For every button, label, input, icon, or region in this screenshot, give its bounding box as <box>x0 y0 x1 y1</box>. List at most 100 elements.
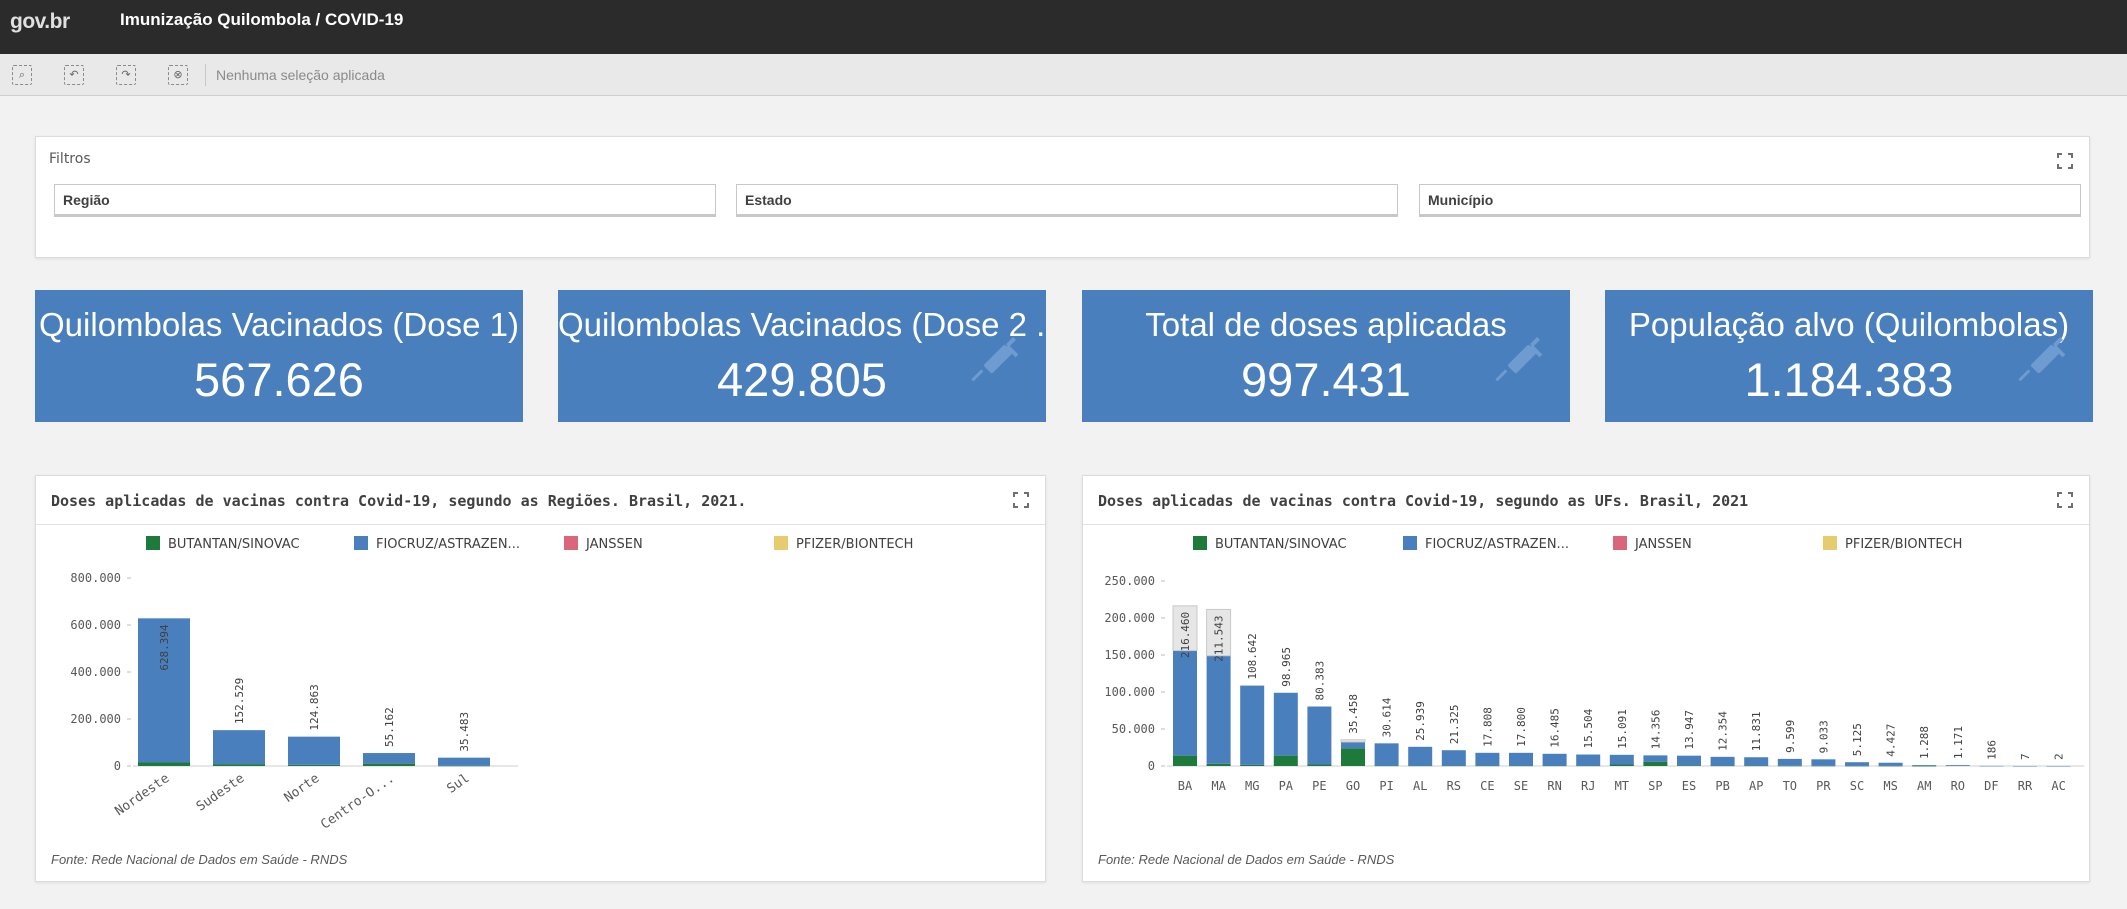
selection-toolbar: ⌕ ↶ ↷ ⊗ Nenhuma seleção aplicada <box>0 54 2127 96</box>
legend-janssen[interactable]: JANSSEN <box>1613 536 1692 552</box>
y-tick-label: 200.000 <box>1104 611 1155 625</box>
bar-total-label: 15.504 <box>1582 708 1595 748</box>
municipality-filter-label: Município <box>1428 192 1494 208</box>
bar-segment <box>1643 755 1668 762</box>
legend-label: PFIZER/BIONTECH <box>796 537 914 552</box>
legend-fiocruz[interactable]: FIOCRUZ/ASTRAZEN... <box>1403 536 1569 552</box>
legend-pfizer[interactable]: PFIZER/BIONTECH <box>1823 536 1962 552</box>
bar-segment <box>1509 765 1533 767</box>
x-category-label: Sul <box>444 771 472 797</box>
x-category-label: SC <box>1850 779 1864 793</box>
bar-segment <box>1576 754 1601 766</box>
legend-swatch <box>774 536 788 550</box>
bar-segment <box>1878 765 1903 767</box>
bar-segment <box>1240 685 1265 765</box>
ufs-chart-panel: Doses aplicadas de vacinas contra Covid-… <box>1082 475 2090 882</box>
legend-label: BUTANTAN/SINOVAC <box>168 537 300 552</box>
x-category-label: SP <box>1648 779 1662 793</box>
legend-butantan[interactable]: BUTANTAN/SINOVAC <box>1193 536 1347 552</box>
bar-total-label: 1.288 <box>1918 726 1931 759</box>
y-tick-label: 400.000 <box>70 665 121 679</box>
bar-segment <box>1206 763 1231 766</box>
bar-segment <box>1643 761 1668 766</box>
x-category-label: MA <box>1211 779 1226 793</box>
step-back-button[interactable]: ↶ <box>64 65 84 85</box>
bar-segment <box>438 757 490 766</box>
x-category-label: DF <box>1984 779 1998 793</box>
bar-segment <box>1374 743 1399 766</box>
syringe-icon <box>1495 337 1543 382</box>
bar-total-label: 17.800 <box>1515 707 1528 747</box>
regions-chart-plot[interactable]: 0 200.000 400.000 600.000 800.000 628.394 Nord… <box>36 556 1045 836</box>
x-category-label: AM <box>1917 779 1931 793</box>
bar-segment <box>1542 765 1567 767</box>
smart-search-button[interactable]: ⌕ <box>12 65 32 85</box>
x-category-label: SE <box>1514 779 1528 793</box>
legend-pfizer[interactable]: PFIZER/BIONTECH <box>774 536 913 552</box>
x-category-label: Nordeste <box>112 771 172 819</box>
region-filter[interactable]: Região <box>54 184 716 217</box>
kpi-total-doses: Total de doses aplicadas 997.431 <box>1082 290 1570 422</box>
expand-icon[interactable] <box>1013 492 1029 508</box>
bar-segment <box>1374 765 1399 767</box>
x-category-label: RR <box>2018 779 2033 793</box>
x-category-label: PE <box>1312 779 1326 793</box>
top-bar: gov.br Imunização Quilombola / COVID-19 <box>0 0 2127 54</box>
bar-segment <box>1273 755 1298 766</box>
y-tick-label: 800.000 <box>70 571 121 585</box>
bar-segment <box>363 753 415 764</box>
bar-segment <box>1240 764 1265 766</box>
bar-total-label: 55.162 <box>383 707 396 747</box>
legend-label: JANSSEN <box>1635 537 1692 552</box>
bar-segment <box>1845 762 1869 766</box>
expand-icon[interactable] <box>2057 153 2073 169</box>
clear-selections-button[interactable]: ⊗ <box>168 65 188 85</box>
filters-panel: Filtros Região Estado Município <box>35 136 2090 258</box>
bar-segment <box>1878 762 1903 766</box>
bar-total-label: 211.543 <box>1213 615 1226 661</box>
bar-total-label: 25.939 <box>1414 701 1427 741</box>
bar-total-label: 152.529 <box>233 678 246 724</box>
expand-icon[interactable] <box>2057 492 2073 508</box>
bar-segment <box>1811 759 1836 766</box>
x-category-label: RJ <box>1581 779 1595 793</box>
y-tick-label: 50.000 <box>1112 722 1155 736</box>
legend-janssen[interactable]: JANSSEN <box>564 536 643 552</box>
step-forward-button[interactable]: ↷ <box>116 65 136 85</box>
legend-label: FIOCRUZ/ASTRAZEN... <box>376 537 520 552</box>
bar-segment <box>288 736 340 765</box>
state-filter-label: Estado <box>745 192 792 208</box>
bar-total-label: 2 <box>2053 753 2066 760</box>
filters-title: Filtros <box>49 151 91 167</box>
x-category-label: MS <box>1883 779 1897 793</box>
bar-segment <box>1408 765 1433 767</box>
step-back-icon: ↶ <box>69 68 79 81</box>
bar-total-label: 35.458 <box>1347 694 1360 734</box>
bar-segment <box>363 763 415 766</box>
bar-segment <box>1441 765 1466 767</box>
legend-label: BUTANTAN/SINOVAC <box>1215 537 1347 552</box>
state-filter[interactable]: Estado <box>736 184 1398 217</box>
bar-total-label: 9.599 <box>1784 720 1797 753</box>
bar-segment <box>1945 765 1970 766</box>
municipality-filter[interactable]: Município <box>1419 184 2081 217</box>
bar-segment <box>138 762 190 766</box>
bar-segment <box>1576 765 1601 767</box>
govbr-logo[interactable]: gov.br <box>10 10 70 34</box>
bar-total-label: 628.394 <box>158 624 171 671</box>
syringe-icon <box>2018 337 2066 382</box>
bar-segment <box>1475 765 1500 767</box>
legend-butantan[interactable]: BUTANTAN/SINOVAC <box>146 536 300 552</box>
syringe-icon <box>971 337 1019 382</box>
bar-total-label: 1.171 <box>1952 726 1965 759</box>
ufs-chart-plot[interactable]: 050.000100.000150.000200.000250.000216.4… <box>1083 556 2089 836</box>
bar-total-label: 9.033 <box>1817 720 1830 753</box>
x-category-label: Centro-O... <box>318 771 397 833</box>
bar-segment <box>2046 765 2071 767</box>
legend-swatch <box>354 536 368 550</box>
bar-segment <box>1307 706 1332 765</box>
legend-swatch <box>146 536 160 550</box>
chart-divider <box>1083 524 2089 525</box>
bar-segment <box>1710 765 1735 767</box>
legend-fiocruz[interactable]: FIOCRUZ/ASTRAZEN... <box>354 536 520 552</box>
